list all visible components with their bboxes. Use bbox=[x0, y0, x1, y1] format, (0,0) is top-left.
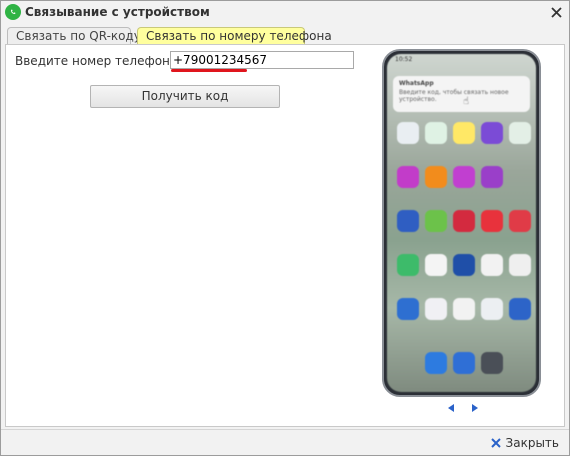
close-x-icon bbox=[490, 438, 501, 448]
notification-text: Введите код, чтобы связать новое устройс… bbox=[399, 89, 509, 103]
tab-content-panel: Введите номер телефона: +79001234567 Пол… bbox=[5, 44, 565, 427]
dialog-window: Связывание с устройством Связать по QR-к… bbox=[0, 0, 570, 456]
arrow-right-icon[interactable] bbox=[472, 404, 478, 412]
title-bar: Связывание с устройством bbox=[1, 1, 569, 23]
app-icon bbox=[481, 122, 503, 144]
app-icon bbox=[425, 298, 447, 320]
tab-qr-code[interactable]: Связать по QR-коду bbox=[7, 27, 141, 45]
close-button[interactable]: Закрыть bbox=[490, 435, 559, 451]
phone-notification: WhatsApp Введите код, чтобы связать ново… bbox=[393, 76, 530, 112]
phone-number-label: Введите номер телефона: bbox=[15, 54, 182, 68]
app-icon bbox=[453, 210, 475, 232]
app-icon bbox=[481, 210, 503, 232]
close-icon[interactable] bbox=[547, 3, 565, 21]
whatsapp-icon bbox=[5, 4, 21, 20]
app-icon bbox=[453, 298, 475, 320]
app-icon bbox=[509, 254, 531, 276]
window-title: Связывание с устройством bbox=[25, 5, 210, 19]
app-icon bbox=[397, 166, 419, 188]
input-highlight-underline bbox=[171, 69, 247, 72]
arrow-left-icon[interactable] bbox=[448, 404, 454, 412]
app-icon bbox=[481, 254, 503, 276]
phone-status-bar: 10:52 bbox=[395, 56, 413, 63]
app-icon bbox=[425, 254, 447, 276]
app-icon bbox=[397, 254, 419, 276]
app-icon bbox=[509, 298, 531, 320]
camera-app-icon bbox=[481, 352, 503, 374]
app-icon bbox=[481, 166, 503, 188]
app-icon bbox=[425, 122, 447, 144]
dialog-footer: Закрыть bbox=[1, 429, 569, 455]
phone-number-input[interactable]: +79001234567 bbox=[170, 51, 354, 69]
app-icon bbox=[397, 122, 419, 144]
get-code-button[interactable]: Получить код bbox=[90, 85, 280, 108]
app-icon bbox=[481, 298, 503, 320]
app-icon bbox=[509, 210, 531, 232]
app-icon bbox=[453, 166, 475, 188]
messages-app-icon bbox=[453, 352, 475, 374]
app-icon bbox=[397, 210, 419, 232]
phone-app-icon bbox=[425, 352, 447, 374]
preview-pager bbox=[444, 402, 484, 416]
app-icon bbox=[425, 166, 447, 188]
app-icon bbox=[509, 122, 531, 144]
app-icon bbox=[425, 210, 447, 232]
app-icon bbox=[397, 298, 419, 320]
app-icon bbox=[453, 122, 475, 144]
hand-pointer-icon: ☝ bbox=[463, 96, 470, 107]
close-button-label: Закрыть bbox=[505, 436, 559, 450]
notification-app: WhatsApp bbox=[399, 80, 434, 87]
phone-screen: 10:52 WhatsApp Введите код, чтобы связат… bbox=[387, 54, 536, 392]
phone-preview-image: 10:52 WhatsApp Введите код, чтобы связат… bbox=[382, 49, 541, 397]
tab-phone-number[interactable]: Связать по номеру телефона bbox=[137, 27, 332, 45]
app-icon bbox=[453, 254, 475, 276]
